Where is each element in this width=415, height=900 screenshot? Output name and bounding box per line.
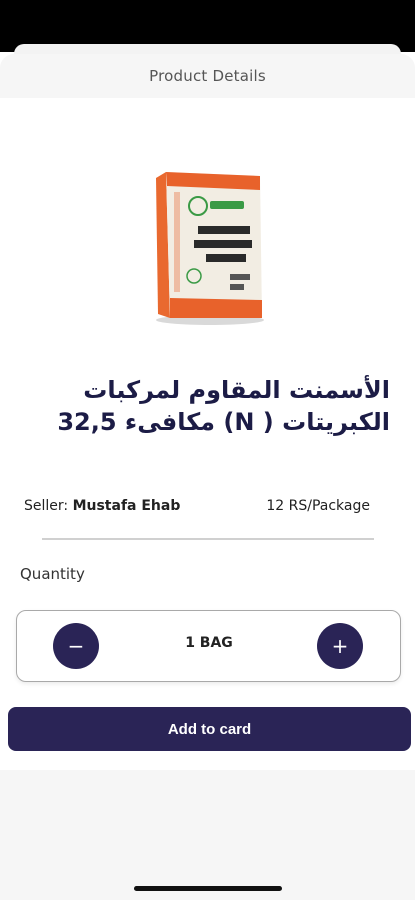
quantity-label: Quantity xyxy=(20,565,85,583)
quantity-stepper: − 1 BAG + xyxy=(16,610,401,682)
sheet-title: Product Details xyxy=(149,67,266,85)
product-price: 12 RS/Package xyxy=(266,498,370,514)
seller-name: Mustafa Ehab xyxy=(72,498,181,514)
minus-icon: − xyxy=(67,634,85,658)
seller-info: Seller: Mustafa Ehab xyxy=(24,498,180,514)
divider xyxy=(42,538,374,540)
increase-quantity-button[interactable]: + xyxy=(317,623,363,669)
add-to-cart-button[interactable]: Add to card xyxy=(8,707,411,751)
seller-row: Seller: Mustafa Ehab 12 RS/Package xyxy=(24,498,370,514)
decrease-quantity-button[interactable]: − xyxy=(53,623,99,669)
quantity-value: 1 BAG xyxy=(185,635,233,651)
product-name: الأسمنت المقاوم لمركبات الكبريتات ( N) م… xyxy=(57,376,390,436)
home-indicator xyxy=(134,886,282,891)
product-details-sheet: Product Details الأسمنت المقاوم لمركبات … xyxy=(0,54,415,900)
plus-icon: + xyxy=(331,634,349,658)
cement-bag-image xyxy=(156,172,264,325)
product-card: الأسمنت المقاوم لمركبات الكبريتات ( N) م… xyxy=(0,98,415,770)
seller-label: Seller: xyxy=(24,498,69,514)
